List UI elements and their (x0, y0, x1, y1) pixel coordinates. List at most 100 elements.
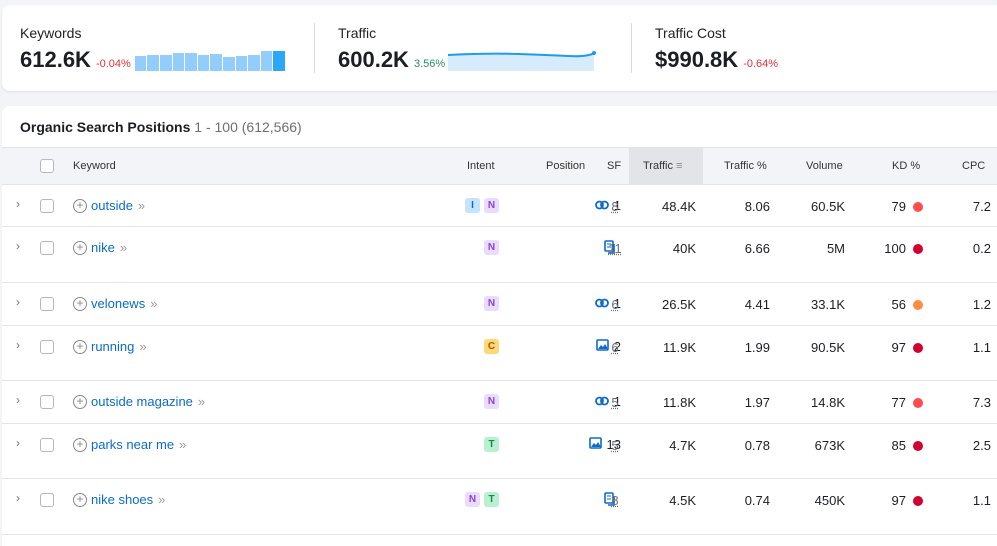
intent-badge: N (484, 198, 499, 213)
traffic-cost-delta: -0.64% (743, 58, 778, 70)
open-serp-icon[interactable]: » (150, 296, 157, 311)
col-traffic[interactable]: Traffic ≡ (643, 160, 682, 172)
expand-chevron-icon[interactable]: › (16, 239, 20, 253)
trend-bar (261, 51, 273, 71)
traffic-value: 26.5K (662, 297, 696, 312)
add-keyword-icon[interactable]: + (73, 493, 87, 507)
add-keyword-icon[interactable]: + (73, 241, 87, 255)
traffic-pct-value: 0.74 (745, 493, 770, 508)
open-serp-icon[interactable]: » (120, 240, 127, 255)
traffic-pct-value: 6.66 (745, 241, 770, 256)
sf-link[interactable]: 5 (608, 438, 622, 453)
trend-bar (273, 51, 285, 71)
traffic-metric[interactable]: Traffic 600.2K 3.56% (338, 25, 598, 73)
row-checkbox[interactable] (40, 395, 54, 409)
traffic-value: 11.8K (663, 395, 696, 410)
open-serp-icon[interactable]: » (198, 394, 205, 409)
col-traffic-pct[interactable]: Traffic % (724, 160, 767, 172)
row-checkbox[interactable] (40, 493, 54, 507)
traffic-value: 4.5K (669, 493, 696, 508)
intent-cell: N (484, 296, 499, 311)
traffic-cost-metric[interactable]: Traffic Cost $990.8K -0.64% (655, 25, 778, 73)
sf-link[interactable]: 5 (608, 395, 622, 410)
traffic-cost-value: $990.8K (655, 47, 738, 73)
col-kd[interactable]: KD % (892, 160, 920, 172)
col-position[interactable]: Position (546, 160, 585, 172)
col-cpc[interactable]: CPC (962, 160, 985, 172)
row-checkbox[interactable] (40, 241, 54, 255)
row-checkbox[interactable] (40, 438, 54, 452)
panel-title: Organic Search Positions 1 - 100 (612,56… (20, 119, 302, 135)
keyword-link[interactable]: nike shoes (91, 492, 153, 507)
cpc-value: 7.2 (973, 199, 991, 214)
kd-cell: 56 (892, 297, 923, 312)
link-icon (595, 198, 609, 213)
keyword-link[interactable]: parks near me (91, 437, 174, 452)
select-all-checkbox[interactable] (40, 159, 54, 173)
sf-link[interactable]: 8 (608, 493, 622, 508)
table-row: › + outside» IN 1 8 48.4K 8.06 60.5K 79 7… (2, 185, 997, 227)
kd-cell: 77 (892, 395, 923, 410)
col-keyword[interactable]: Keyword (73, 160, 116, 172)
traffic-trend-chart (448, 51, 598, 71)
row-checkbox[interactable] (40, 199, 54, 213)
add-keyword-icon[interactable]: + (73, 297, 87, 311)
add-keyword-icon[interactable]: + (73, 199, 87, 213)
kd-value: 97 (892, 340, 906, 355)
add-keyword-icon[interactable]: + (73, 395, 87, 409)
col-intent[interactable]: Intent (467, 160, 495, 172)
kd-dot-icon (913, 343, 923, 353)
sort-icon[interactable]: ≡ (676, 160, 682, 172)
keyword-link[interactable]: running (91, 339, 134, 354)
intent-cell: C (484, 339, 499, 354)
sf-link[interactable]: 6 (608, 297, 622, 312)
keyword-link[interactable]: outside magazine (91, 394, 193, 409)
col-sf[interactable]: SF (607, 160, 621, 172)
keywords-metric[interactable]: Keywords 612.6K -0.04% (20, 25, 285, 73)
col-traffic-label: Traffic (643, 160, 673, 172)
expand-chevron-icon[interactable]: › (16, 393, 20, 407)
sf-link[interactable]: 11 (608, 241, 622, 256)
table-row: › + parks near me» T 13 5 4.7K 0.78 673K … (2, 424, 997, 479)
expand-chevron-icon[interactable]: › (16, 436, 20, 450)
intent-badge: T (484, 492, 499, 507)
open-serp-icon[interactable]: » (179, 437, 186, 452)
intent-badge: N (465, 492, 480, 507)
traffic-label: Traffic (338, 25, 598, 41)
keyword-cell: + nike » (73, 240, 127, 255)
kd-cell: 97 (892, 493, 923, 508)
panel-title-text: Organic Search Positions (20, 119, 190, 135)
intent-cell: IN (465, 198, 499, 213)
keyword-link[interactable]: nike (91, 240, 115, 255)
trend-bar (160, 55, 172, 71)
table-row: › + velonews» N 1 6 26.5K 4.41 33.1K 56 1… (2, 283, 997, 326)
intent-badge: T (484, 437, 499, 452)
sf-link[interactable]: 8 (608, 199, 622, 214)
keyword-cell: + outside magazine » (73, 394, 205, 409)
add-keyword-icon[interactable]: + (73, 340, 87, 354)
expand-chevron-icon[interactable]: › (16, 338, 20, 352)
expand-chevron-icon[interactable]: › (16, 491, 20, 505)
kd-dot-icon (913, 202, 923, 212)
open-serp-icon[interactable]: » (158, 492, 165, 507)
keyword-link[interactable]: outside (91, 198, 133, 213)
divider (631, 23, 632, 73)
row-checkbox[interactable] (40, 297, 54, 311)
expand-chevron-icon[interactable]: › (16, 197, 20, 211)
volume-value: 450K (815, 493, 845, 508)
col-volume[interactable]: Volume (806, 160, 843, 172)
traffic-pct-value: 4.41 (745, 297, 770, 312)
keyword-cell: + running » (73, 339, 147, 354)
cpc-value: 7.3 (973, 395, 991, 410)
add-keyword-icon[interactable]: + (73, 438, 87, 452)
open-serp-icon[interactable]: » (139, 339, 146, 354)
intent-badge: N (484, 394, 499, 409)
open-serp-icon[interactable]: » (138, 198, 145, 213)
expand-chevron-icon[interactable]: › (16, 295, 20, 309)
keyword-cell: + velonews » (73, 296, 157, 311)
link-icon (595, 296, 609, 311)
organic-positions-panel: Organic Search Positions 1 - 100 (612,56… (2, 106, 997, 546)
sf-link[interactable]: 6 (608, 340, 622, 355)
row-checkbox[interactable] (40, 340, 54, 354)
keyword-link[interactable]: velonews (91, 296, 145, 311)
